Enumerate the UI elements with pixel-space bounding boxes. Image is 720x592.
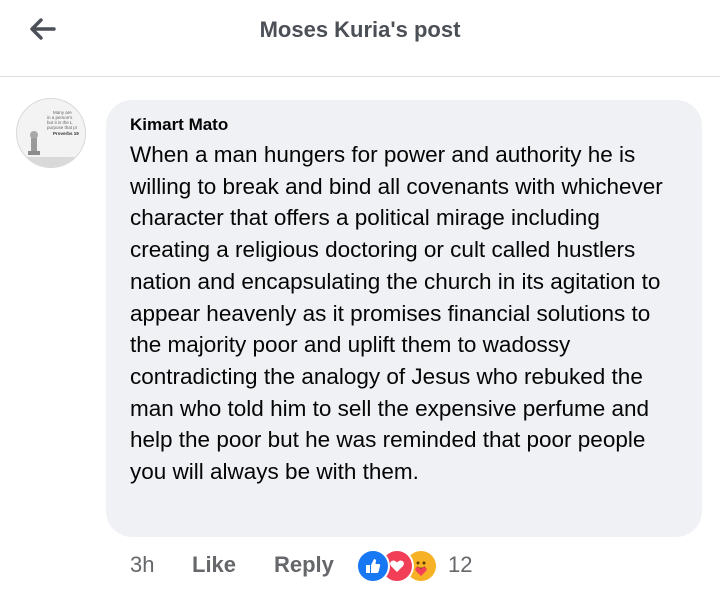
avatar-line-4: purpose that pr bbox=[47, 125, 78, 130]
comment-author[interactable]: Kimart Mato bbox=[130, 115, 678, 135]
avatar-line-5: Proverbs 19 bbox=[53, 131, 79, 136]
avatar[interactable]: Many are in a person's but it is the L p… bbox=[16, 98, 86, 168]
comment-time[interactable]: 3h bbox=[130, 552, 192, 578]
reactions-summary[interactable] bbox=[356, 548, 448, 583]
like-reaction-icon bbox=[356, 549, 390, 583]
comment-text: When a man hungers for power and authori… bbox=[130, 142, 663, 485]
avatar-image: Many are in a person's but it is the L p… bbox=[17, 99, 85, 167]
reaction-count[interactable]: 12 bbox=[448, 552, 472, 578]
comment-bubble: Kimart Mato When a man hungers for power… bbox=[106, 100, 702, 537]
top-bar: Moses Kuria's post bbox=[0, 0, 720, 77]
reply-button[interactable]: Reply bbox=[274, 552, 356, 578]
page-title: Moses Kuria's post bbox=[259, 17, 461, 42]
like-button[interactable]: Like bbox=[192, 552, 274, 578]
comment-actions: 3h Like Reply 12 bbox=[130, 548, 472, 583]
